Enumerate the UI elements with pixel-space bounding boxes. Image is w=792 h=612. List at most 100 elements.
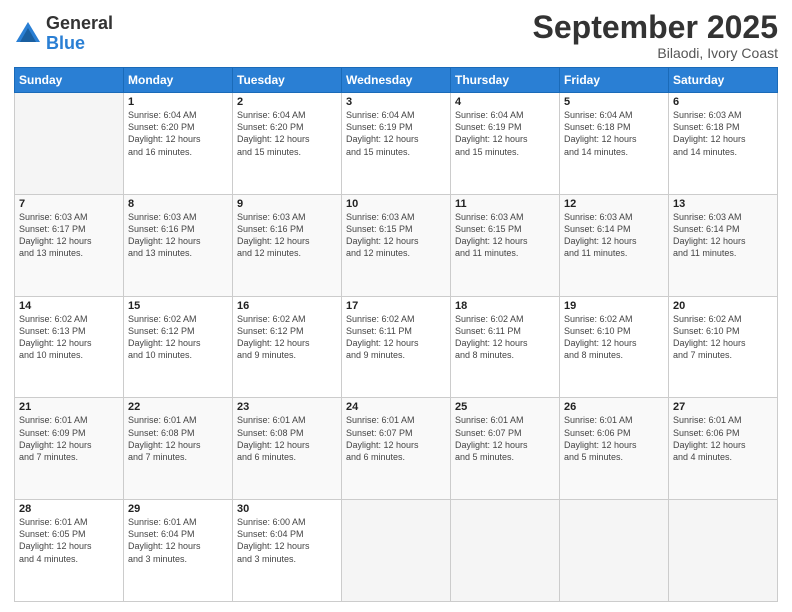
day-number: 22 (128, 401, 228, 413)
day-number: 30 (237, 503, 337, 515)
week-row-5: 28Sunrise: 6:01 AM Sunset: 6:05 PM Dayli… (15, 500, 778, 602)
logo-blue: Blue (46, 34, 113, 54)
logo-general: General (46, 14, 113, 34)
day-number: 20 (673, 300, 773, 312)
day-number: 8 (128, 198, 228, 210)
title-block: September 2025 Bilaodi, Ivory Coast (533, 10, 778, 61)
calendar-cell: 6Sunrise: 6:03 AM Sunset: 6:18 PM Daylig… (669, 93, 778, 195)
calendar-cell: 16Sunrise: 6:02 AM Sunset: 6:12 PM Dayli… (233, 296, 342, 398)
calendar-cell: 27 Sunrise: 6:01 AM Sunset: 6:06 PM Dayli… (669, 398, 778, 500)
calendar-cell: 15Sunrise: 6:02 AM Sunset: 6:12 PM Dayli… (124, 296, 233, 398)
calendar-cell (342, 500, 451, 602)
week-row-2: 7Sunrise: 6:03 AM Sunset: 6:17 PM Daylig… (15, 194, 778, 296)
day-info: Sunrise: 6:02 AM Sunset: 6:10 PM Dayligh… (673, 314, 746, 360)
day-info: Sunrise: 6:04 AM Sunset: 6:19 PM Dayligh… (455, 110, 528, 156)
calendar-cell: 30 Sunrise: 6:00 AM Sunset: 6:04 PM Dayli… (233, 500, 342, 602)
day-number: 12 (564, 198, 664, 210)
calendar-cell: 21 Sunrise: 6:01 AM Sunset: 6:09 PM Dayli… (15, 398, 124, 500)
day-info: Sunrise: 6:01 AM Sunset: 6:05 PM Dayligh… (19, 517, 92, 563)
calendar-header: SundayMondayTuesdayWednesdayThursdayFrid… (15, 68, 778, 93)
header-row: SundayMondayTuesdayWednesdayThursdayFrid… (15, 68, 778, 93)
day-header-monday: Monday (124, 68, 233, 93)
calendar-cell: 14 Sunrise: 6:02 AM Sunset: 6:13 PM Dayli… (15, 296, 124, 398)
calendar-cell: 28Sunrise: 6:01 AM Sunset: 6:05 PM Dayli… (15, 500, 124, 602)
day-number: 2 (237, 96, 337, 108)
calendar-cell: 24 Sunrise: 6:01 AM Sunset: 6:07 PM Dayli… (342, 398, 451, 500)
day-info: Sunrise: 6:02 AM Sunset: 6:12 PM Dayligh… (128, 314, 201, 360)
day-info: Sunrise: 6:02 AM Sunset: 6:11 PM Dayligh… (455, 314, 528, 360)
day-info: Sunrise: 6:00 AM Sunset: 6:04 PM Dayligh… (237, 517, 310, 563)
calendar-cell (451, 500, 560, 602)
calendar-cell: 26Sunrise: 6:01 AM Sunset: 6:06 PM Dayli… (560, 398, 669, 500)
day-info: Sunrise: 6:03 AM Sunset: 6:17 PM Dayligh… (19, 212, 92, 258)
day-number: 21 (19, 401, 119, 413)
calendar-cell: 13Sunrise: 6:03 AM Sunset: 6:14 PM Dayli… (669, 194, 778, 296)
calendar-cell: 19 Sunrise: 6:02 AM Sunset: 6:10 PM Dayli… (560, 296, 669, 398)
day-info: Sunrise: 6:01 AM Sunset: 6:06 PM Dayligh… (564, 415, 637, 461)
calendar-cell: 25Sunrise: 6:01 AM Sunset: 6:07 PM Dayli… (451, 398, 560, 500)
logo-text: General Blue (46, 14, 113, 54)
day-info: Sunrise: 6:01 AM Sunset: 6:06 PM Dayligh… (673, 415, 746, 461)
day-number: 18 (455, 300, 555, 312)
calendar-cell (669, 500, 778, 602)
day-info: Sunrise: 6:03 AM Sunset: 6:16 PM Dayligh… (128, 212, 201, 258)
page: General Blue September 2025 Bilaodi, Ivo… (0, 0, 792, 612)
day-info: Sunrise: 6:01 AM Sunset: 6:08 PM Dayligh… (128, 415, 201, 461)
calendar-cell: 7Sunrise: 6:03 AM Sunset: 6:17 PM Daylig… (15, 194, 124, 296)
calendar-cell (560, 500, 669, 602)
day-info: Sunrise: 6:01 AM Sunset: 6:04 PM Dayligh… (128, 517, 201, 563)
day-header-friday: Friday (560, 68, 669, 93)
week-row-4: 21 Sunrise: 6:01 AM Sunset: 6:09 PM Dayli… (15, 398, 778, 500)
day-number: 27 (673, 401, 773, 413)
day-info: Sunrise: 6:02 AM Sunset: 6:10 PM Dayligh… (564, 314, 637, 360)
day-number: 10 (346, 198, 446, 210)
calendar-cell (15, 93, 124, 195)
day-info: Sunrise: 6:04 AM Sunset: 6:20 PM Dayligh… (128, 110, 201, 156)
month-title: September 2025 (533, 10, 778, 45)
day-number: 3 (346, 96, 446, 108)
calendar-cell: 20 Sunrise: 6:02 AM Sunset: 6:10 PM Dayli… (669, 296, 778, 398)
week-row-3: 14 Sunrise: 6:02 AM Sunset: 6:13 PM Dayli… (15, 296, 778, 398)
calendar-body: 1Sunrise: 6:04 AM Sunset: 6:20 PM Daylig… (15, 93, 778, 602)
calendar-cell: 11 Sunrise: 6:03 AM Sunset: 6:15 PM Dayli… (451, 194, 560, 296)
day-info: Sunrise: 6:02 AM Sunset: 6:13 PM Dayligh… (19, 314, 92, 360)
calendar-cell: 9Sunrise: 6:03 AM Sunset: 6:16 PM Daylig… (233, 194, 342, 296)
calendar-cell: 5 Sunrise: 6:04 AM Sunset: 6:18 PM Daylig… (560, 93, 669, 195)
day-info: Sunrise: 6:03 AM Sunset: 6:15 PM Dayligh… (455, 212, 528, 258)
week-row-1: 1Sunrise: 6:04 AM Sunset: 6:20 PM Daylig… (15, 93, 778, 195)
calendar-cell: 12 Sunrise: 6:03 AM Sunset: 6:14 PM Dayli… (560, 194, 669, 296)
day-header-thursday: Thursday (451, 68, 560, 93)
logo: General Blue (14, 14, 113, 54)
day-info: Sunrise: 6:01 AM Sunset: 6:07 PM Dayligh… (346, 415, 419, 461)
day-number: 29 (128, 503, 228, 515)
calendar-cell: 29 Sunrise: 6:01 AM Sunset: 6:04 PM Dayli… (124, 500, 233, 602)
day-number: 25 (455, 401, 555, 413)
day-info: Sunrise: 6:03 AM Sunset: 6:14 PM Dayligh… (564, 212, 637, 258)
calendar-cell: 22 Sunrise: 6:01 AM Sunset: 6:08 PM Dayli… (124, 398, 233, 500)
day-info: Sunrise: 6:01 AM Sunset: 6:09 PM Dayligh… (19, 415, 92, 461)
day-number: 14 (19, 300, 119, 312)
calendar-cell: 1Sunrise: 6:04 AM Sunset: 6:20 PM Daylig… (124, 93, 233, 195)
day-number: 5 (564, 96, 664, 108)
day-header-tuesday: Tuesday (233, 68, 342, 93)
day-number: 19 (564, 300, 664, 312)
day-number: 16 (237, 300, 337, 312)
day-info: Sunrise: 6:04 AM Sunset: 6:19 PM Dayligh… (346, 110, 419, 156)
day-info: Sunrise: 6:04 AM Sunset: 6:20 PM Dayligh… (237, 110, 310, 156)
day-number: 24 (346, 401, 446, 413)
calendar-cell: 2 Sunrise: 6:04 AM Sunset: 6:20 PM Daylig… (233, 93, 342, 195)
day-header-saturday: Saturday (669, 68, 778, 93)
logo-icon (14, 20, 42, 48)
calendar-cell: 4 Sunrise: 6:04 AM Sunset: 6:19 PM Daylig… (451, 93, 560, 195)
day-info: Sunrise: 6:04 AM Sunset: 6:18 PM Dayligh… (564, 110, 637, 156)
calendar-cell: 3 Sunrise: 6:04 AM Sunset: 6:19 PM Daylig… (342, 93, 451, 195)
calendar-cell: 10 Sunrise: 6:03 AM Sunset: 6:15 PM Dayli… (342, 194, 451, 296)
day-info: Sunrise: 6:01 AM Sunset: 6:08 PM Dayligh… (237, 415, 310, 461)
day-header-sunday: Sunday (15, 68, 124, 93)
location: Bilaodi, Ivory Coast (533, 45, 778, 61)
header: General Blue September 2025 Bilaodi, Ivo… (14, 10, 778, 61)
day-number: 11 (455, 198, 555, 210)
day-info: Sunrise: 6:03 AM Sunset: 6:15 PM Dayligh… (346, 212, 419, 258)
day-number: 4 (455, 96, 555, 108)
day-number: 6 (673, 96, 773, 108)
